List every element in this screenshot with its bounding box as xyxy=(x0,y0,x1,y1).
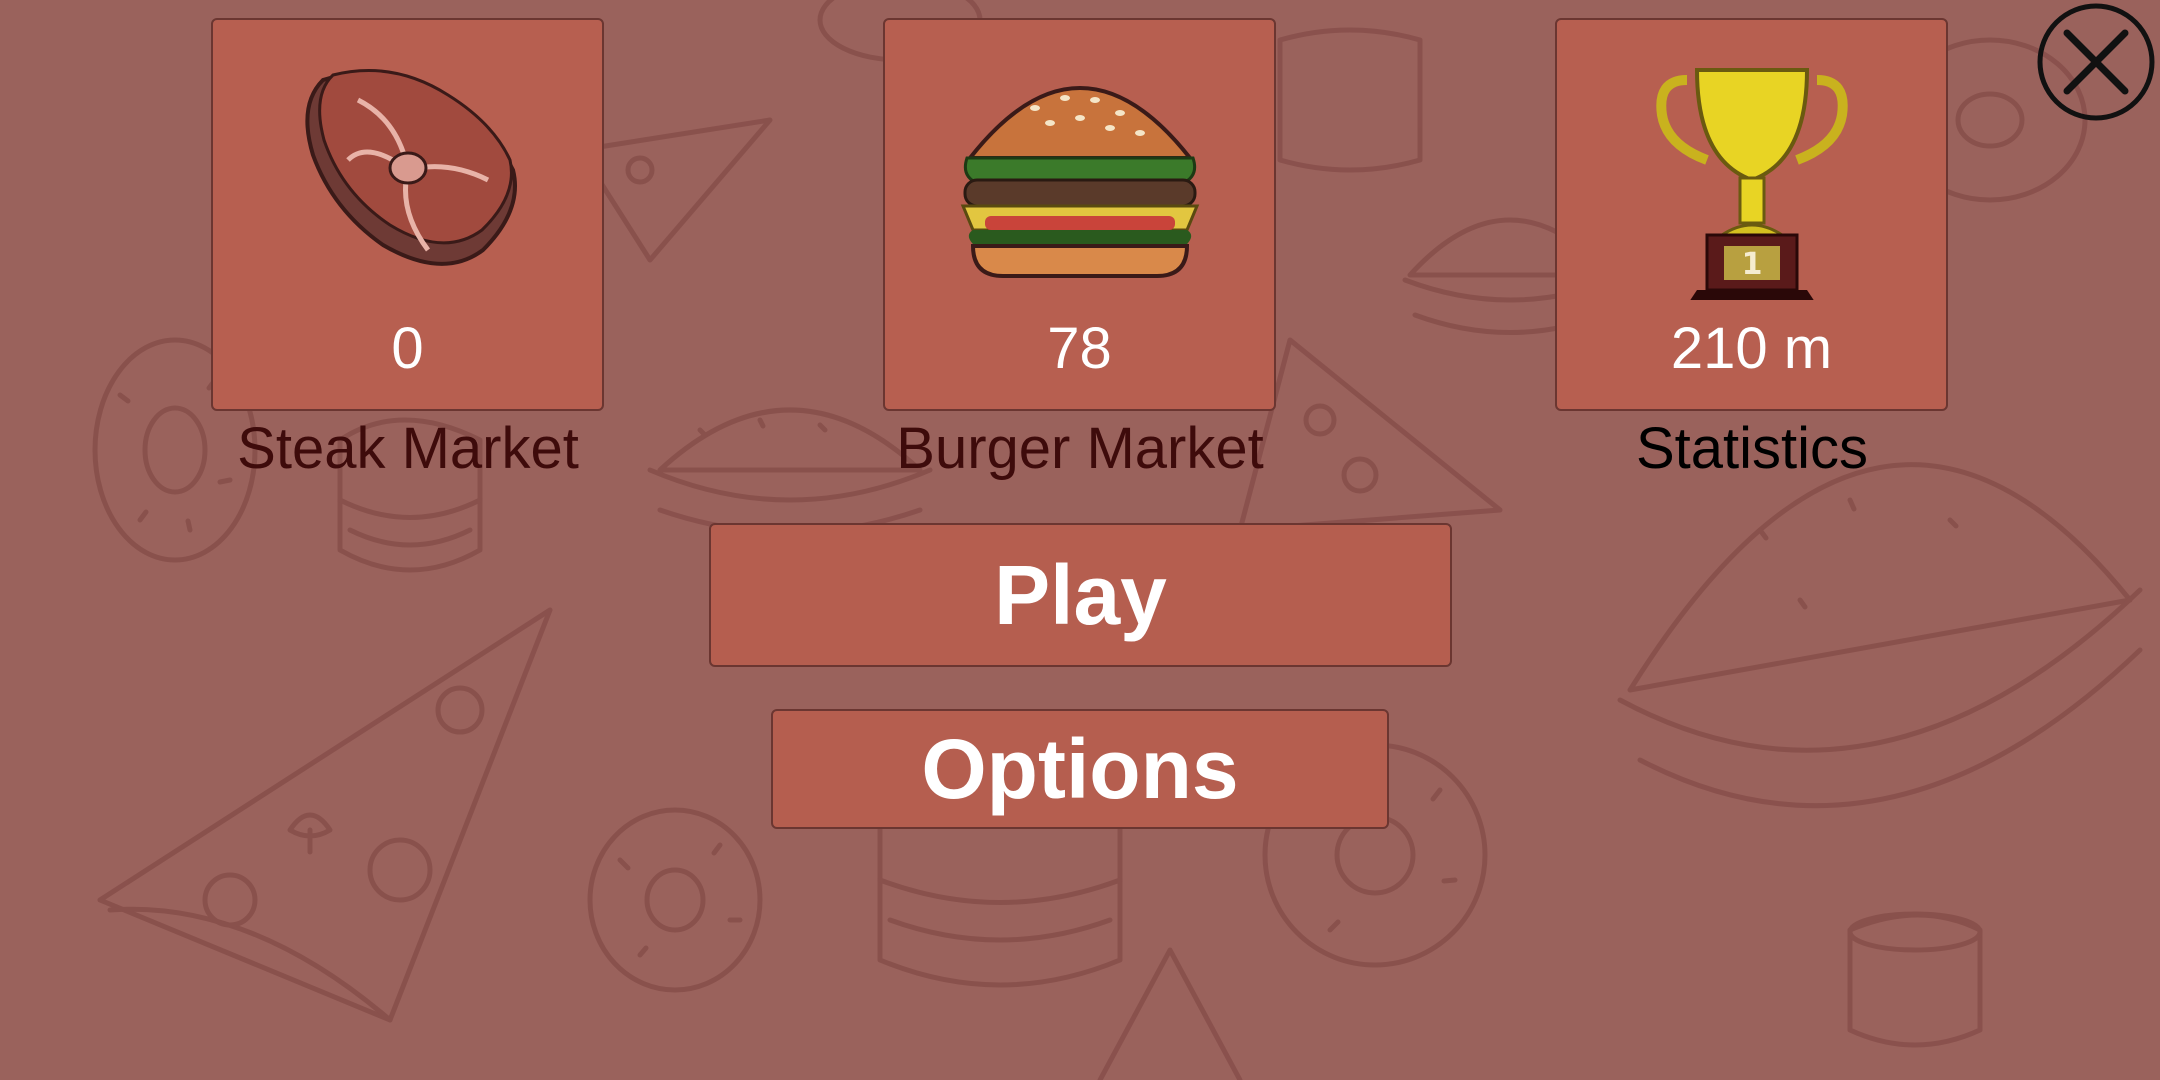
burger-market-card[interactable]: 78 xyxy=(883,18,1276,411)
steak-market-card[interactable]: 0 xyxy=(211,18,604,411)
pizza-doodle xyxy=(1097,947,1243,1080)
play-button[interactable]: Play xyxy=(709,523,1452,667)
options-button[interactable]: Options xyxy=(771,709,1389,829)
close-icon[interactable] xyxy=(2037,3,2155,121)
statistics-label[interactable]: Statistics xyxy=(1522,420,1982,478)
burger-doodle xyxy=(1617,462,2143,809)
can-doodle xyxy=(1847,911,1983,1048)
burger-icon xyxy=(960,86,1199,278)
trophy-icon: 1 xyxy=(1655,68,1848,300)
steak-count: 0 xyxy=(391,316,424,381)
pizza-doodle xyxy=(97,607,553,1023)
can-doodle xyxy=(1277,27,1423,173)
donut-doodle xyxy=(587,807,763,993)
steak-market-label[interactable]: Steak Market xyxy=(178,420,638,478)
pizza-doodle xyxy=(577,117,773,263)
trophy-rank: 1 xyxy=(1741,247,1762,282)
statistics-card[interactable]: 1 210 m xyxy=(1555,18,1948,411)
burger-market-label[interactable]: Burger Market xyxy=(850,420,1310,478)
steak-icon xyxy=(304,69,517,266)
burger-count: 78 xyxy=(1047,316,1112,381)
statistics-distance: 210 m xyxy=(1670,316,1833,381)
